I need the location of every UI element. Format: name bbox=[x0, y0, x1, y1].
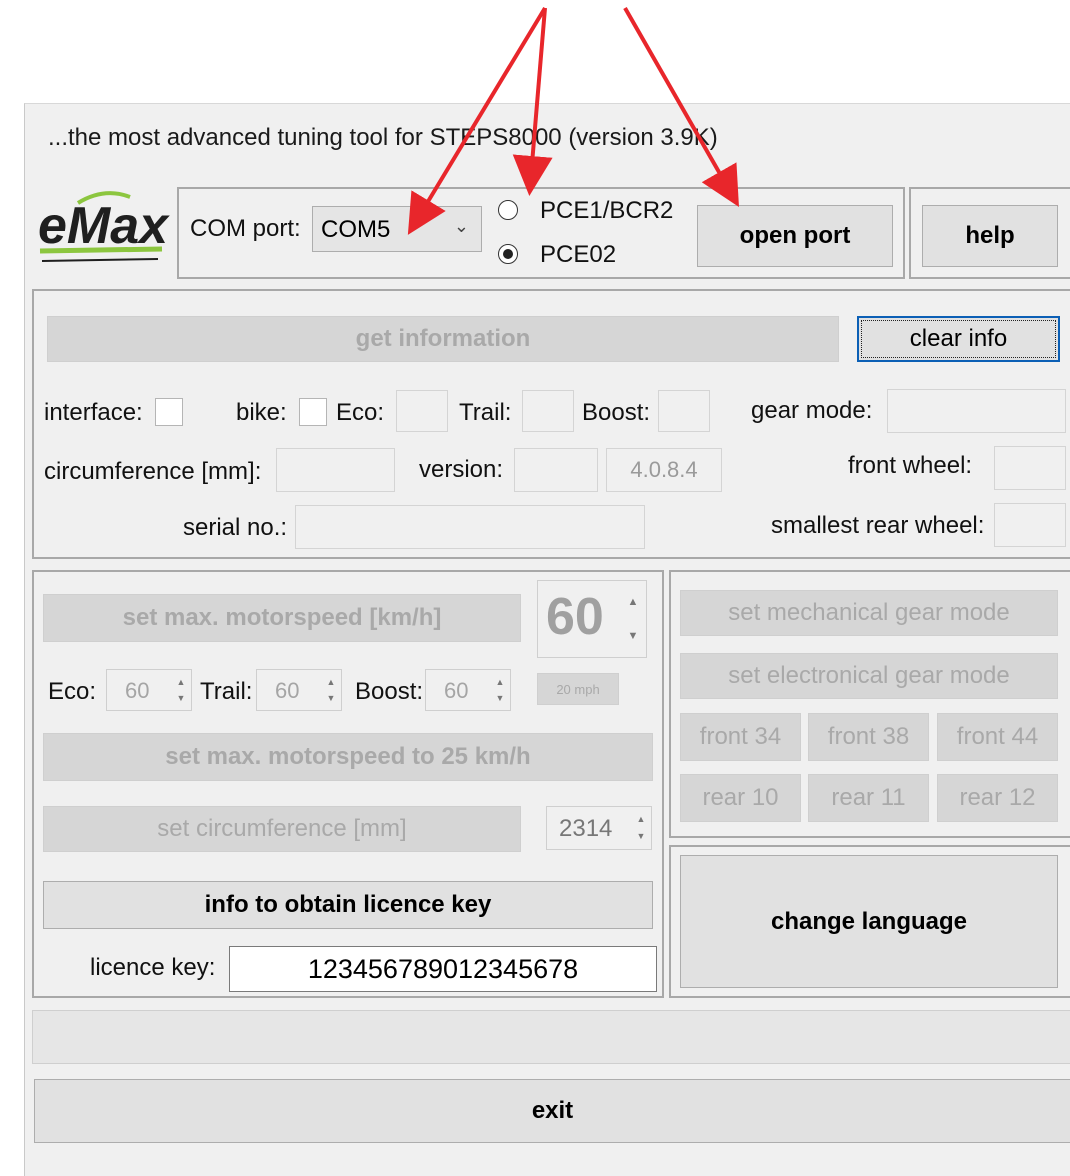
com-port-label: COM port: bbox=[190, 215, 301, 242]
help-button[interactable]: help bbox=[922, 205, 1058, 267]
mph-button[interactable]: 20 mph bbox=[537, 673, 619, 705]
radio-pce02-label: PCE02 bbox=[540, 241, 617, 268]
chevron-down-icon: ⌄ bbox=[453, 216, 469, 236]
circumference-spinner[interactable]: 2314 ▲ ▼ bbox=[546, 806, 652, 850]
chevron-up-icon[interactable]: ▲ bbox=[496, 677, 505, 687]
trail-spinner[interactable]: 60 ▲ ▼ bbox=[256, 669, 342, 711]
licence-key-input[interactable]: 123456789012345678 bbox=[229, 946, 657, 992]
circumference-label: circumference [mm]: bbox=[44, 458, 262, 485]
trail-field bbox=[522, 390, 574, 432]
chevron-down-icon[interactable]: ▼ bbox=[637, 832, 646, 841]
radio-pce02[interactable] bbox=[498, 244, 518, 264]
trail-spinner-arrows[interactable]: ▲ ▼ bbox=[324, 674, 338, 706]
window-title: ...the most advanced tuning tool for STE… bbox=[48, 124, 718, 151]
chevron-down-icon[interactable]: ▼ bbox=[177, 693, 186, 703]
speed-eco-label: Eco: bbox=[48, 678, 97, 705]
front-38-button[interactable]: front 38 bbox=[808, 713, 929, 761]
chevron-up-icon[interactable]: ▲ bbox=[628, 596, 639, 608]
chevron-down-icon[interactable]: ▼ bbox=[327, 693, 336, 703]
max-speed-spinner[interactable]: 60 ▲ ▼ bbox=[537, 580, 647, 658]
radio-pce1[interactable] bbox=[498, 200, 518, 220]
get-information-button[interactable]: get information bbox=[47, 316, 839, 362]
circumference-value: 2314 bbox=[559, 815, 613, 842]
exit-button[interactable]: exit bbox=[34, 1079, 1070, 1143]
set-25-kmh-button[interactable]: set max. motorspeed to 25 km/h bbox=[43, 733, 653, 781]
version-value: 4.0.8.4 bbox=[630, 457, 698, 482]
boost-spinner-arrows[interactable]: ▲ ▼ bbox=[493, 674, 507, 706]
front-wheel-label: front wheel: bbox=[848, 452, 973, 479]
rear-11-button[interactable]: rear 11 bbox=[808, 774, 929, 822]
max-speed-value: 60 bbox=[546, 588, 604, 646]
licence-key-label: licence key: bbox=[90, 954, 216, 981]
circumference-arrows[interactable]: ▲ ▼ bbox=[634, 811, 648, 845]
radio-selected-dot bbox=[503, 249, 513, 259]
version-field bbox=[514, 448, 598, 492]
rear-10-button[interactable]: rear 10 bbox=[680, 774, 801, 822]
eco-field bbox=[396, 390, 448, 432]
gear-mode-label: gear mode: bbox=[751, 397, 873, 424]
clear-info-button[interactable]: clear info bbox=[857, 316, 1060, 362]
logo-text: eMax bbox=[38, 197, 170, 255]
interface-checkbox[interactable] bbox=[155, 398, 183, 426]
rear-12-button[interactable]: rear 12 bbox=[937, 774, 1058, 822]
boost-field bbox=[658, 390, 710, 432]
smallest-rear-label: smallest rear wheel: bbox=[771, 512, 985, 539]
chevron-up-icon[interactable]: ▲ bbox=[637, 815, 646, 824]
serial-label: serial no.: bbox=[183, 514, 288, 541]
front-34-button[interactable]: front 34 bbox=[680, 713, 801, 761]
speed-boost-label: Boost: bbox=[355, 678, 424, 705]
trail-label: Trail: bbox=[459, 399, 512, 426]
version-value-field: 4.0.8.4 bbox=[606, 448, 722, 492]
licence-info-button[interactable]: info to obtain licence key bbox=[43, 881, 653, 929]
radio-pce1-label: PCE1/BCR2 bbox=[540, 197, 674, 224]
bike-checkbox[interactable] bbox=[299, 398, 327, 426]
eco-spinner[interactable]: 60 ▲ ▼ bbox=[106, 669, 192, 711]
change-language-button[interactable]: change language bbox=[680, 855, 1058, 988]
serial-field bbox=[295, 505, 645, 549]
chevron-up-icon[interactable]: ▲ bbox=[177, 677, 186, 687]
bike-label: bike: bbox=[236, 399, 287, 426]
interface-label: interface: bbox=[44, 399, 143, 426]
boost-spinner-value: 60 bbox=[444, 678, 469, 703]
status-bar bbox=[32, 1010, 1070, 1064]
eco-spinner-value: 60 bbox=[125, 678, 150, 703]
version-label: version: bbox=[419, 456, 504, 483]
chevron-up-icon[interactable]: ▲ bbox=[327, 677, 336, 687]
circumference-field bbox=[276, 448, 395, 492]
emax-logo: eMax bbox=[34, 185, 170, 270]
set-mechanical-gear-button[interactable]: set mechanical gear mode bbox=[680, 590, 1058, 636]
chevron-down-icon[interactable]: ▼ bbox=[496, 693, 505, 703]
front-44-button[interactable]: front 44 bbox=[937, 713, 1058, 761]
trail-spinner-value: 60 bbox=[275, 678, 300, 703]
set-max-motorspeed-button[interactable]: set max. motorspeed [km/h] bbox=[43, 594, 521, 642]
eco-spinner-arrows[interactable]: ▲ ▼ bbox=[174, 674, 188, 706]
gear-mode-field bbox=[887, 389, 1066, 433]
smallest-rear-field bbox=[994, 503, 1066, 547]
front-wheel-field bbox=[994, 446, 1066, 490]
open-port-button[interactable]: open port bbox=[697, 205, 893, 267]
boost-spinner[interactable]: 60 ▲ ▼ bbox=[425, 669, 511, 711]
speed-trail-label: Trail: bbox=[200, 678, 253, 705]
set-circumference-button[interactable]: set circumference [mm] bbox=[43, 806, 521, 852]
set-electronical-gear-button[interactable]: set electronical gear mode bbox=[680, 653, 1058, 699]
eco-label: Eco: bbox=[336, 399, 385, 426]
com-port-value: COM5 bbox=[321, 216, 391, 243]
licence-key-value: 123456789012345678 bbox=[307, 953, 579, 984]
chevron-down-icon[interactable]: ▼ bbox=[628, 630, 639, 642]
boost-label: Boost: bbox=[582, 399, 651, 426]
com-port-select[interactable]: COM5 ⌄ bbox=[312, 206, 482, 252]
max-speed-arrows[interactable]: ▲ ▼ bbox=[623, 585, 643, 653]
